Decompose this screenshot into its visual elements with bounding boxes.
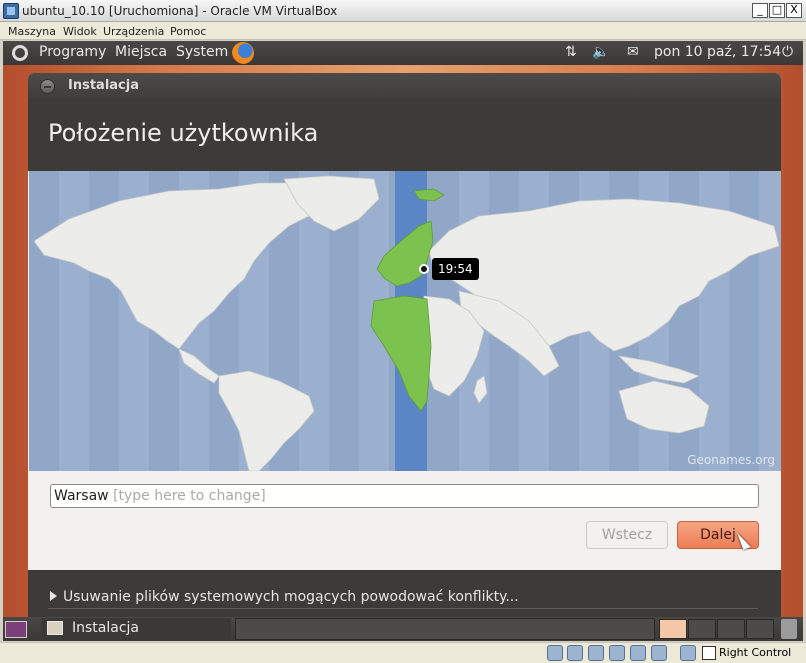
power-icon[interactable]: ⏻ — [782, 44, 793, 60]
usb-icon[interactable] — [588, 645, 604, 661]
taskbar-item-installer[interactable]: Instalacja — [41, 618, 231, 640]
host-key-label: Right Control — [719, 646, 792, 659]
menu-widok[interactable]: Widok — [63, 25, 97, 38]
virtualbox-statusbar: Right Control — [0, 642, 806, 663]
panel-clock[interactable]: pon 10 paź, 17:54 — [654, 44, 781, 60]
shared-folders-icon[interactable] — [630, 645, 646, 661]
world-map-svg — [29, 171, 781, 471]
workspace-3[interactable] — [717, 619, 745, 639]
installer-footer: Usuwanie plików systemowych mogących pow… — [28, 570, 781, 623]
workspace-1[interactable] — [659, 619, 687, 639]
menu-urzadzenia[interactable]: Urządzenia — [103, 25, 164, 38]
installer-titlebar: Instalacja — [28, 73, 781, 99]
location-input[interactable]: Warsaw [type here to change] — [50, 484, 759, 508]
timezone-map[interactable]: 19:54 Geonames.org — [29, 171, 781, 471]
host-key-icon — [702, 646, 716, 660]
mouse-integration-icon[interactable] — [680, 645, 696, 661]
location-value: Warsaw — [54, 488, 109, 504]
location-hint: [type here to change] — [113, 488, 266, 504]
maximize-button[interactable]: □ — [769, 3, 785, 18]
installer-window-title: Instalacja — [68, 78, 139, 93]
map-credit: Geonames.org — [687, 453, 775, 467]
installer-header: Położenie użytkownika — [28, 99, 781, 171]
menu-maszyna[interactable]: Maszyna — [8, 25, 56, 38]
hard-disk-icon[interactable] — [547, 645, 563, 661]
cd-icon[interactable] — [567, 645, 583, 661]
panel-menu-system[interactable]: System — [176, 44, 228, 60]
show-desktop-icon[interactable] — [5, 621, 27, 638]
workspace-4[interactable] — [746, 619, 774, 639]
bottom-panel: Instalacja — [3, 617, 803, 641]
back-button[interactable]: Wstecz — [586, 521, 668, 549]
installer-window: Instalacja Położenie użytkownika 19:54 G… — [28, 73, 781, 623]
firefox-launcher-icon[interactable] — [232, 42, 254, 64]
virtualbox-app-icon — [3, 3, 19, 19]
location-marker — [419, 264, 429, 274]
taskbar-item-label: Instalacja — [72, 620, 139, 636]
footer-separator — [48, 608, 758, 609]
network-icon[interactable]: ⇅ — [565, 44, 577, 60]
page-title: Położenie użytkownika — [48, 119, 319, 147]
expander-arrow-icon — [50, 591, 57, 601]
trash-icon[interactable] — [781, 619, 797, 639]
ubuntu-logo-icon[interactable] — [12, 45, 28, 61]
progress-expander-label: Usuwanie plików systemowych mogących pow… — [63, 589, 519, 605]
workspace-2[interactable] — [688, 619, 716, 639]
installer-task-icon — [47, 621, 63, 635]
virtualbox-window-title: ubuntu_10.10 [Uruchomiona] - Oracle VM V… — [22, 4, 338, 18]
mail-icon[interactable]: ✉ — [627, 44, 639, 60]
virtualbox-menubar: Maszyna Widok Urządzenia Pomoc — [0, 22, 806, 40]
taskbar-empty-area — [235, 618, 655, 640]
volume-icon[interactable]: 🔈 — [592, 44, 609, 60]
panel-menu-miejsca[interactable]: Miejsca — [115, 44, 167, 60]
timezone-time-label: 19:54 — [432, 258, 479, 280]
close-button[interactable]: X — [786, 3, 802, 18]
network-adapter-icon[interactable] — [609, 645, 625, 661]
installer-close-button[interactable] — [40, 79, 55, 94]
panel-menu-programy[interactable]: Programy — [39, 44, 106, 60]
guest-screen: Programy Miejsca System ⇅ 🔈 ✉ pon 10 paź… — [3, 41, 803, 641]
virtualbox-titlebar: ubuntu_10.10 [Uruchomiona] - Oracle VM V… — [0, 0, 806, 22]
progress-expander[interactable]: Usuwanie plików systemowych mogących pow… — [50, 589, 519, 605]
menu-pomoc[interactable]: Pomoc — [170, 25, 206, 38]
minimize-button[interactable]: _ — [752, 3, 768, 18]
top-panel: Programy Miejsca System ⇅ 🔈 ✉ pon 10 paź… — [3, 41, 803, 65]
display-icon[interactable] — [651, 645, 667, 661]
